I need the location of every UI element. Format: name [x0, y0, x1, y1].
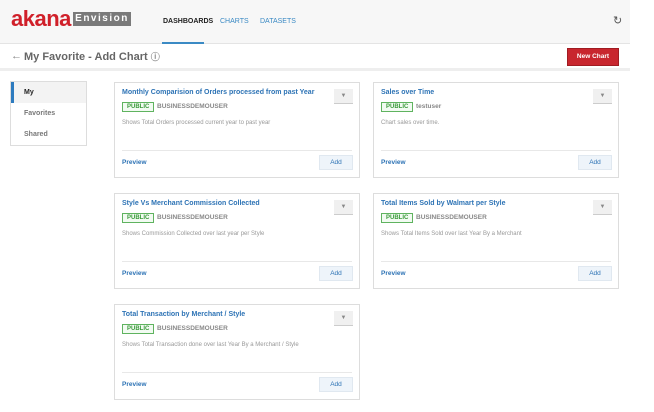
chevron-down-icon[interactable]: ▼: [334, 89, 353, 104]
nav-charts[interactable]: CHARTS: [220, 18, 249, 25]
add-button[interactable]: Add: [578, 155, 612, 170]
add-button[interactable]: Add: [319, 377, 353, 392]
card-divider: [381, 150, 611, 151]
public-badge: PUBLIC: [381, 102, 414, 112]
card-title[interactable]: Sales over Time: [381, 89, 434, 96]
nav-dashboards[interactable]: DASHBOARDS: [163, 18, 213, 25]
chart-card: Sales over Time PUBLIC testuser Chart sa…: [373, 82, 619, 178]
preview-link[interactable]: Preview: [381, 159, 406, 166]
public-badge: PUBLIC: [381, 213, 414, 223]
chevron-down-icon[interactable]: ▼: [334, 311, 353, 326]
akana-logo[interactable]: akana: [11, 8, 71, 30]
public-badge: PUBLIC: [122, 102, 155, 112]
card-owner: BUSINESSDEMOUSER: [157, 103, 228, 110]
card-divider: [122, 150, 352, 151]
nav-datasets[interactable]: DATASETS: [260, 18, 296, 25]
card-description: Shows Commission Collected over last yea…: [122, 231, 265, 237]
add-button[interactable]: Add: [319, 266, 353, 281]
sidebar: My Favorites Shared: [10, 81, 87, 146]
card-divider: [122, 372, 352, 373]
chart-card: Total Transaction by Merchant / Style PU…: [114, 304, 360, 400]
chevron-down-icon[interactable]: ▼: [334, 200, 353, 215]
card-owner: BUSINESSDEMOUSER: [157, 325, 228, 332]
card-owner: testuser: [416, 103, 442, 110]
title-bar: ← My Favorite - Add Chart ⓘ: [0, 44, 630, 71]
chart-card: Monthly Comparision of Orders processed …: [114, 82, 360, 178]
sidebar-item-my[interactable]: My: [11, 82, 86, 103]
chart-card: Total Items Sold by Walmart per Style PU…: [373, 193, 619, 289]
preview-link[interactable]: Preview: [122, 159, 147, 166]
refresh-icon[interactable]: ↻: [613, 14, 622, 27]
card-description: Chart sales over time.: [381, 120, 440, 126]
new-chart-button[interactable]: New Chart: [567, 48, 619, 66]
page-title-text: My Favorite - Add Chart: [24, 51, 148, 63]
card-description: Shows Total Items Sold over last Year By…: [381, 231, 522, 237]
card-description: Shows Total Orders processed current yea…: [122, 120, 271, 126]
top-header: akana Envision DASHBOARDS CHARTS DATASET…: [0, 0, 630, 44]
card-owner: BUSINESSDEMOUSER: [157, 214, 228, 221]
card-divider: [122, 261, 352, 262]
card-divider: [381, 261, 611, 262]
public-badge: PUBLIC: [122, 213, 155, 223]
sidebar-item-favorites[interactable]: Favorites: [11, 103, 86, 124]
preview-link[interactable]: Preview: [381, 270, 406, 277]
chevron-down-icon[interactable]: ▼: [593, 89, 612, 104]
back-arrow-icon[interactable]: ←: [11, 50, 22, 62]
card-title[interactable]: Monthly Comparision of Orders processed …: [122, 89, 314, 96]
add-button[interactable]: Add: [578, 266, 612, 281]
card-description: Shows Total Transaction done over last Y…: [122, 342, 299, 348]
card-title[interactable]: Total Transaction by Merchant / Style: [122, 311, 245, 318]
card-owner: BUSINESSDEMOUSER: [416, 214, 487, 221]
sidebar-item-shared[interactable]: Shared: [11, 124, 86, 145]
preview-link[interactable]: Preview: [122, 270, 147, 277]
product-name: Envision: [73, 12, 131, 26]
chevron-down-icon[interactable]: ▼: [593, 200, 612, 215]
public-badge: PUBLIC: [122, 324, 155, 334]
add-button[interactable]: Add: [319, 155, 353, 170]
card-title[interactable]: Total Items Sold by Walmart per Style: [381, 200, 505, 207]
chart-card: Style Vs Merchant Commission Collected P…: [114, 193, 360, 289]
help-icon[interactable]: ⓘ: [151, 52, 160, 62]
page-title: My Favorite - Add Chart ⓘ: [24, 50, 160, 63]
card-title[interactable]: Style Vs Merchant Commission Collected: [122, 200, 260, 207]
preview-link[interactable]: Preview: [122, 381, 147, 388]
